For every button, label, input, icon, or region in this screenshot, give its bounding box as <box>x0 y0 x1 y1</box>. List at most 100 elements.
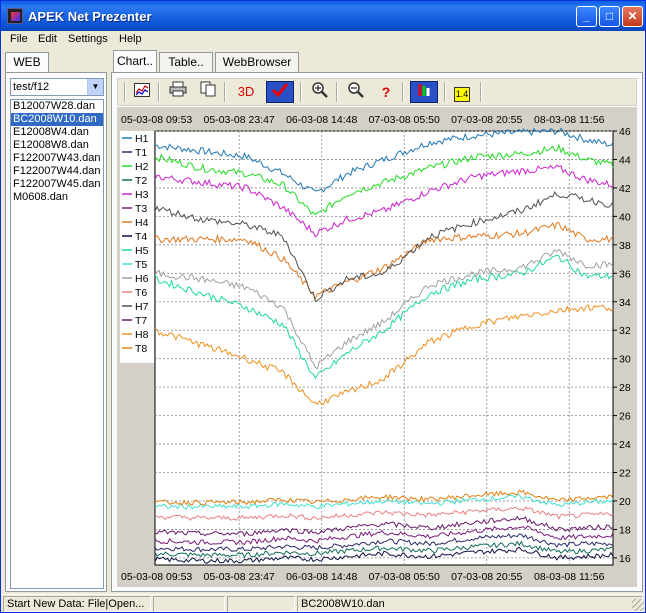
menu-help[interactable]: Help <box>119 33 142 45</box>
chart-type-icon[interactable] <box>130 81 154 103</box>
y-tick-label: 22 <box>619 468 631 480</box>
maximize-button[interactable]: □ <box>599 6 620 27</box>
scale-label: 1.4 <box>454 87 470 102</box>
y-tick-label: 40 <box>619 211 631 223</box>
x-tick-label-bottom: 08-03-08 11:56 <box>534 571 605 583</box>
print-icon[interactable] <box>166 81 190 103</box>
app-window: APEK Net Prezenter _ □ ✕ File Edit Setti… <box>0 0 646 613</box>
legend-label: T6 <box>135 287 147 299</box>
status-file: BC2008W10.dan <box>297 596 643 612</box>
checkmark-icon[interactable] <box>266 81 294 103</box>
file-list-item[interactable]: F122007W45.dan <box>11 178 103 191</box>
chart-svg[interactable]: 05-03-08 09:53 05-03-08 09:53 05-03-08 23:… <box>117 107 637 587</box>
x-tick-label-top: 06-03-08 14:48 <box>286 114 357 126</box>
legend-label: H4 <box>135 217 149 229</box>
web-panel: test/f12 ▼ B12007W28.dan BC2008W10.dan E12… <box>5 72 107 592</box>
scale-button[interactable]: 1.4 <box>450 81 474 103</box>
tab-webbrowser[interactable]: WebBrowser <box>215 52 299 72</box>
toolbar-separator <box>124 82 126 102</box>
y-tick-label: 20 <box>619 496 631 508</box>
legend-label: H3 <box>135 189 149 201</box>
legend-label: T7 <box>135 315 147 327</box>
file-list: B12007W28.dan BC2008W10.dan E12008W4.dan E1… <box>10 99 104 589</box>
y-tick-label: 42 <box>619 183 631 195</box>
toolbar-separator <box>480 82 482 102</box>
toolbar-separator <box>158 82 160 102</box>
status-cell <box>153 596 225 612</box>
window-title: APEK Net Prezenter <box>28 9 152 24</box>
minimize-button[interactable]: _ <box>576 6 597 27</box>
help-icon[interactable]: ? <box>374 81 398 103</box>
legend-label: T2 <box>135 175 147 187</box>
toolbar-separator <box>224 82 226 102</box>
file-list-item[interactable]: B12007W28.dan <box>11 100 103 113</box>
y-tick-label: 38 <box>619 240 631 252</box>
tab-chart[interactable]: Chart.. <box>113 50 157 72</box>
x-tick-label-top: 07-03-08 20:55 <box>451 114 522 126</box>
menu-bar: File Edit Settings Help <box>1 31 645 49</box>
y-tick-label: 30 <box>619 354 631 366</box>
y-tick-label: 26 <box>619 411 631 423</box>
y-tick-label: 36 <box>619 268 631 280</box>
plot-area <box>154 130 614 566</box>
status-hint: Start New Data: File|Open... <box>3 596 151 612</box>
menu-file[interactable]: File <box>10 33 28 45</box>
file-list-item[interactable]: E12008W4.dan <box>11 126 103 139</box>
x-tick-label-top: 07-03-08 05:50 <box>369 114 440 126</box>
toolbar-separator <box>300 82 302 102</box>
x-tick-label-bottom: 05-03-08 09:53 <box>121 571 192 583</box>
legend-label: H6 <box>135 273 149 285</box>
toolbar-separator <box>444 82 446 102</box>
file-list-item[interactable]: BC2008W10.dan <box>11 113 103 126</box>
close-button[interactable]: ✕ <box>622 6 643 27</box>
chevron-down-icon[interactable]: ▼ <box>87 79 103 95</box>
series-toggle-icon[interactable] <box>410 81 438 103</box>
status-cell <box>227 596 295 612</box>
file-list-item[interactable]: E12008W8.dan <box>11 139 103 152</box>
legend-label: T1 <box>135 147 147 159</box>
file-list-item[interactable]: M0608.dan <box>11 191 103 204</box>
y-tick-label: 32 <box>619 325 631 337</box>
menu-edit[interactable]: Edit <box>38 33 57 45</box>
x-tick-label-top: 08-03-08 11:56 <box>534 114 605 126</box>
legend-label: T8 <box>135 343 147 355</box>
legend-label: H8 <box>135 329 149 341</box>
toolbar-separator <box>336 82 338 102</box>
legend-label: T5 <box>135 259 147 271</box>
tab-web[interactable]: WEB <box>5 52 49 72</box>
zoom-in-icon[interactable] <box>308 81 332 103</box>
y-tick-label: 24 <box>619 439 631 451</box>
app-icon[interactable] <box>7 8 23 24</box>
file-list-item[interactable]: F122007W43.dan <box>11 152 103 165</box>
zoom-out-icon[interactable] <box>344 81 368 103</box>
resize-grip[interactable] <box>632 599 644 611</box>
x-tick-label-top: 05-03-08 23:47 <box>204 114 275 126</box>
legend-label: H5 <box>135 245 149 257</box>
x-tick-label-top: 05-03-08 09:53 <box>121 114 192 126</box>
legend-label: H7 <box>135 301 149 313</box>
status-bar: Start New Data: File|Open... BC2008W10.d… <box>1 594 645 612</box>
chart-area[interactable]: 05-03-08 09:53 05-03-08 09:53 05-03-08 23:… <box>117 107 637 587</box>
x-tick-label-bottom: 05-03-08 23:47 <box>204 571 275 583</box>
file-list-item[interactable]: F122007W44.dan <box>11 165 103 178</box>
legend-label: T4 <box>135 231 147 243</box>
y-tick-label: 16 <box>619 553 631 565</box>
3d-toggle-button[interactable]: 3D <box>232 81 260 103</box>
y-tick-label: 46 <box>619 126 631 138</box>
legend-label: H2 <box>135 161 149 173</box>
copy-icon[interactable] <box>196 81 220 103</box>
y-tick-label: 18 <box>619 524 631 536</box>
x-tick-label-bottom: 07-03-08 20:55 <box>451 571 522 583</box>
title-bar[interactable]: APEK Net Prezenter _ □ ✕ <box>1 1 645 31</box>
x-tick-label-bottom: 07-03-08 05:50 <box>369 571 440 583</box>
x-tick-label-bottom: 06-03-08 14:48 <box>286 571 357 583</box>
toolbar-separator <box>402 82 404 102</box>
y-tick-label: 28 <box>619 382 631 394</box>
legend-label: H1 <box>135 133 149 145</box>
tab-table[interactable]: Table.. <box>159 52 213 72</box>
legend-label: T3 <box>135 203 147 215</box>
folder-select[interactable]: test/f12 ▼ <box>10 78 104 96</box>
chart-toolbar: 3D ? 1.4 <box>117 78 637 106</box>
menu-settings[interactable]: Settings <box>68 33 108 45</box>
left-pane: WEB test/f12 ▼ B12007W28.dan BC2008W10.da… <box>5 52 107 592</box>
